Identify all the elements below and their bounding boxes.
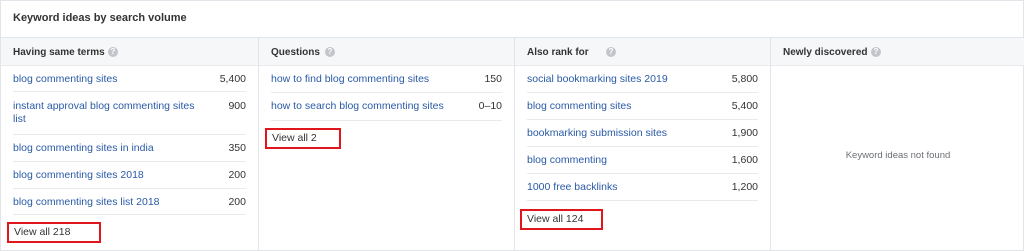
keyword-ideas-panel: Keyword ideas by search volume Having sa… (0, 0, 1024, 251)
search-volume: 350 (228, 142, 246, 154)
keyword-row: blog commenting sites 5,400 (527, 93, 758, 120)
search-volume: 5,800 (731, 73, 758, 85)
question-circle-icon[interactable]: ? (606, 47, 616, 57)
column-header: Questions ? (259, 38, 514, 66)
search-volume: 1,900 (731, 127, 758, 139)
keyword-row: how to find blog commenting sites 150 (271, 66, 502, 93)
search-volume: 1,200 (731, 181, 758, 193)
column-header-label: Having same terms (13, 47, 105, 58)
column-questions: Questions ? how to find blog commenting … (259, 38, 515, 251)
panel-title: Keyword ideas by search volume (13, 12, 187, 24)
keyword-row: 1000 free backlinks 1,200 (527, 174, 758, 201)
column-newly-discovered: Newly discovered ? Keyword ideas not fou… (771, 38, 1024, 251)
search-volume: 5,400 (731, 100, 758, 112)
column-header-label: Newly discovered (783, 47, 868, 58)
column-having-same-terms: Having same terms ? blog commenting site… (1, 38, 259, 251)
keyword-row: how to search blog commenting sites 0–10 (271, 93, 502, 121)
keyword-link[interactable]: how to find blog commenting sites (271, 73, 429, 86)
keyword-link[interactable]: blog commenting sites list 2018 (13, 196, 160, 209)
empty-state-message: Keyword ideas not found (845, 150, 951, 161)
search-volume: 200 (228, 196, 246, 208)
search-volume: 200 (228, 169, 246, 181)
keyword-link[interactable]: instant approval blog commenting sites l… (13, 100, 203, 126)
keyword-link[interactable]: bookmarking submission sites (527, 127, 667, 140)
keyword-row: blog commenting 1,600 (527, 147, 758, 174)
question-circle-icon[interactable]: ? (871, 47, 881, 57)
view-all-link[interactable]: View all 218 (7, 222, 101, 243)
keyword-link[interactable]: social bookmarking sites 2019 (527, 73, 668, 86)
view-all-link[interactable]: View all 2 (265, 128, 341, 149)
question-circle-icon[interactable]: ? (325, 47, 335, 57)
keyword-row: blog commenting sites 2018 200 (13, 162, 246, 189)
column-header: Having same terms ? (1, 38, 258, 66)
keyword-row: social bookmarking sites 2019 5,800 (527, 66, 758, 93)
keyword-link[interactable]: blog commenting sites 2018 (13, 169, 144, 182)
keyword-row: bookmarking submission sites 1,900 (527, 120, 758, 147)
keyword-link[interactable]: blog commenting sites in india (13, 142, 154, 155)
keyword-link[interactable]: blog commenting sites (13, 73, 117, 86)
keyword-row: instant approval blog commenting sites l… (13, 92, 246, 135)
column-header: Also rank for ? (515, 38, 770, 66)
column-header-label: Questions (271, 47, 320, 58)
column-also-rank-for: Also rank for ? social bookmarking sites… (515, 38, 771, 251)
search-volume: 0–10 (478, 100, 502, 112)
view-all-link[interactable]: View all 124 (520, 209, 603, 230)
keyword-link[interactable]: 1000 free backlinks (527, 181, 617, 194)
search-volume: 1,600 (731, 154, 758, 166)
search-volume: 5,400 (219, 73, 246, 85)
keyword-link[interactable]: blog commenting (527, 154, 607, 167)
keyword-link[interactable]: blog commenting sites (527, 100, 631, 113)
keyword-columns: Having same terms ? blog commenting site… (1, 37, 1024, 251)
search-volume: 900 (228, 100, 246, 112)
column-header: Newly discovered ? (771, 38, 1024, 66)
question-circle-icon[interactable]: ? (108, 47, 118, 57)
keyword-row: blog commenting sites in india 350 (13, 135, 246, 162)
keyword-link[interactable]: how to search blog commenting sites (271, 100, 444, 113)
column-header-label: Also rank for (527, 47, 589, 58)
keyword-row: blog commenting sites list 2018 200 (13, 189, 246, 215)
search-volume: 150 (484, 73, 502, 85)
keyword-row: blog commenting sites 5,400 (13, 66, 246, 92)
